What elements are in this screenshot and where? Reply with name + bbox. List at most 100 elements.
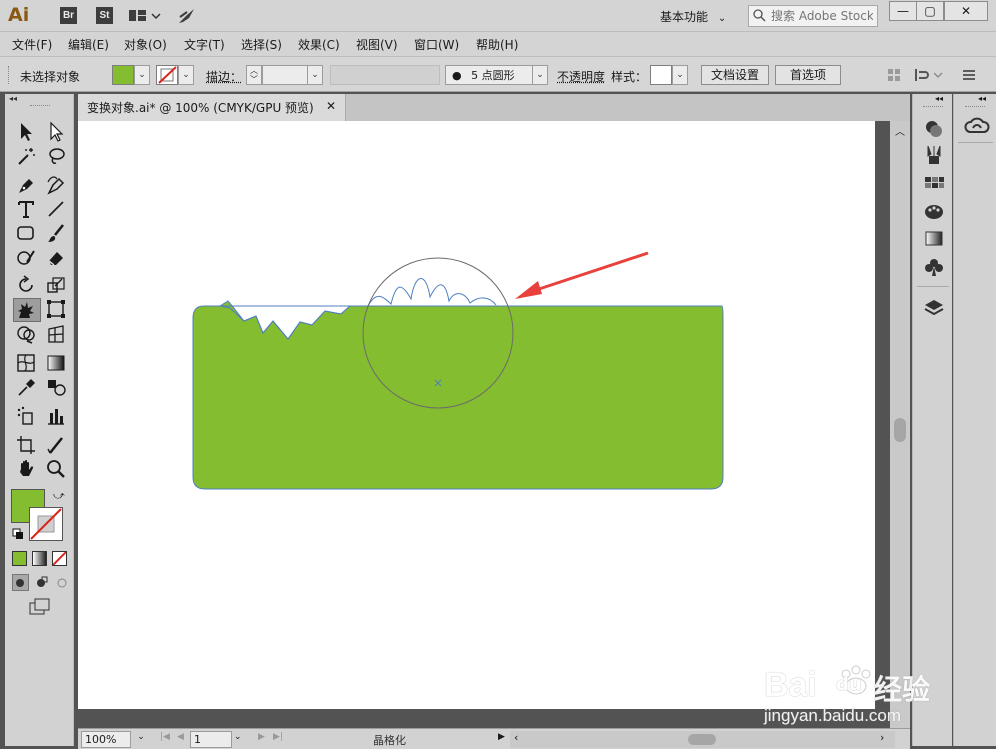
workspace-switcher[interactable]: 基本功能 ⌄ (654, 5, 736, 27)
artboard-tool[interactable] (15, 434, 39, 456)
graphic-style-dropdown[interactable]: ⌄ (672, 65, 688, 85)
variable-width-profile[interactable] (330, 65, 440, 85)
screen-mode-icon[interactable] (29, 598, 51, 619)
fill-color-swatch[interactable] (112, 65, 134, 85)
eraser-tool[interactable] (45, 246, 69, 268)
curvature-tool[interactable] (45, 174, 69, 196)
symbol-sprayer-tool[interactable] (15, 405, 39, 427)
align-icon[interactable] (886, 67, 902, 86)
vertical-scrollbar[interactable]: ︿ (890, 121, 910, 730)
collapse-dock-icon[interactable]: ◂◂ (935, 94, 943, 103)
pen-tool[interactable] (15, 174, 39, 196)
horizontal-scrollbar[interactable]: ‹ › (510, 731, 895, 748)
dock-grip[interactable] (923, 106, 943, 107)
minimize-button[interactable]: — (889, 1, 917, 21)
stroke-weight-dropdown[interactable]: ⌄ (307, 65, 323, 85)
artboard-number-field[interactable]: 1 (190, 731, 232, 748)
transform-icon[interactable] (914, 67, 946, 86)
stroke-swatch[interactable] (29, 507, 63, 541)
canvas[interactable] (78, 121, 910, 730)
green-rounded-rectangle[interactable] (192, 300, 724, 490)
draw-behind-icon[interactable] (33, 574, 50, 594)
opacity-label[interactable]: 不透明度 (557, 68, 605, 85)
stroke-weight-stepper[interactable]: ︿ ﹀ (246, 65, 262, 85)
direct-selection-tool[interactable] (45, 120, 69, 142)
swatches-icon[interactable] (923, 172, 945, 194)
stock-search-input[interactable] (748, 5, 878, 27)
scroll-left-icon[interactable]: ‹ (514, 731, 518, 744)
selection-tool[interactable] (15, 120, 39, 142)
prev-artboard-icon[interactable]: ◀ (177, 732, 184, 742)
magic-wand-tool[interactable] (15, 145, 39, 167)
paintbrush-tool[interactable] (45, 222, 69, 244)
scroll-right-icon[interactable]: › (880, 731, 884, 744)
perspective-grid-tool[interactable] (45, 323, 69, 345)
bridge-button[interactable]: Br (60, 7, 77, 24)
free-transform-tool[interactable] (45, 298, 69, 320)
menu-object[interactable]: 对象(O) (124, 36, 167, 53)
scale-tool[interactable] (45, 274, 69, 296)
stroke-dropdown[interactable]: ⌄ (178, 65, 194, 85)
gradient-panel-icon[interactable] (923, 228, 945, 250)
draw-inside-icon[interactable] (54, 574, 71, 594)
zoom-dropdown[interactable]: ⌄ (134, 732, 148, 747)
rotate-tool[interactable] (15, 274, 39, 296)
next-artboard-icon[interactable]: ▶ (258, 732, 265, 742)
close-tab-icon[interactable]: ✕ (326, 99, 336, 113)
menu-effect[interactable]: 效果(C) (298, 36, 340, 53)
crystallize-tool[interactable] (13, 298, 41, 322)
menu-help[interactable]: 帮助(H) (476, 36, 518, 53)
menu-type[interactable]: 文字(T) (184, 36, 225, 53)
column-graph-tool[interactable] (45, 405, 69, 427)
rectangle-tool[interactable] (15, 222, 39, 244)
stroke-label[interactable]: 描边： (206, 68, 242, 85)
default-fill-stroke-icon[interactable] (12, 528, 24, 543)
fill-dropdown[interactable]: ⌄ (134, 65, 150, 85)
creative-cloud-libraries-icon[interactable] (964, 117, 990, 139)
last-artboard-icon[interactable]: ▶| (273, 732, 283, 742)
shape-builder-tool[interactable] (15, 323, 39, 345)
menu-select[interactable]: 选择(S) (241, 36, 282, 53)
stroke-weight-input[interactable] (262, 65, 308, 85)
graphic-style-swatch[interactable] (650, 65, 672, 85)
panel-grip[interactable] (30, 105, 50, 108)
status-text[interactable]: 晶格化 (373, 732, 406, 748)
document-tab[interactable]: 变换对象.ai* @ 100% (CMYK/GPU 预览) ✕ (78, 94, 346, 121)
gradient-tool[interactable] (45, 352, 69, 374)
brushes-icon[interactable] (923, 200, 945, 222)
hand-tool[interactable] (15, 458, 39, 480)
type-tool[interactable] (15, 198, 39, 220)
status-menu-icon[interactable]: ▶ (498, 732, 505, 742)
none-mode-button[interactable] (52, 551, 67, 566)
vertical-scroll-thumb[interactable] (894, 418, 906, 442)
arrange-documents-icon[interactable] (128, 8, 162, 27)
layers-icon[interactable] (923, 297, 945, 319)
grip-handle[interactable] (8, 66, 11, 84)
collapse-tools-icon[interactable]: ◂◂ (9, 94, 17, 103)
maximize-button[interactable]: ▢ (916, 1, 944, 21)
menu-window[interactable]: 窗口(W) (414, 36, 459, 53)
gradient-mode-button[interactable] (32, 551, 47, 566)
zoom-tool[interactable] (45, 458, 69, 480)
artboard-dropdown[interactable]: ⌄ (234, 732, 248, 742)
menu-view[interactable]: 视图(V) (356, 36, 398, 53)
control-panel-menu-icon[interactable] (962, 68, 976, 85)
blend-tool[interactable] (45, 376, 69, 398)
stroke-color-swatch[interactable] (156, 65, 178, 85)
eyedropper-tool[interactable] (15, 376, 39, 398)
libraries-grip[interactable] (965, 106, 985, 107)
preferences-button[interactable]: 首选项 (775, 65, 841, 85)
color-guide-icon[interactable] (923, 144, 945, 166)
stock-button[interactable]: St (96, 7, 113, 24)
artboard[interactable] (78, 121, 875, 709)
mesh-tool[interactable] (15, 352, 39, 374)
draw-normal-icon[interactable] (12, 574, 29, 591)
slice-tool[interactable] (45, 434, 69, 456)
document-setup-button[interactable]: 文档设置 (701, 65, 769, 85)
close-window-button[interactable]: ✕ (944, 1, 988, 21)
first-artboard-icon[interactable]: |◀ (160, 732, 170, 742)
color-panel-icon[interactable] (923, 118, 945, 140)
scroll-up-icon[interactable]: ︿ (895, 123, 905, 138)
collapse-libraries-icon[interactable]: ◂◂ (978, 94, 986, 103)
zoom-level-field[interactable]: 100% (81, 731, 131, 748)
